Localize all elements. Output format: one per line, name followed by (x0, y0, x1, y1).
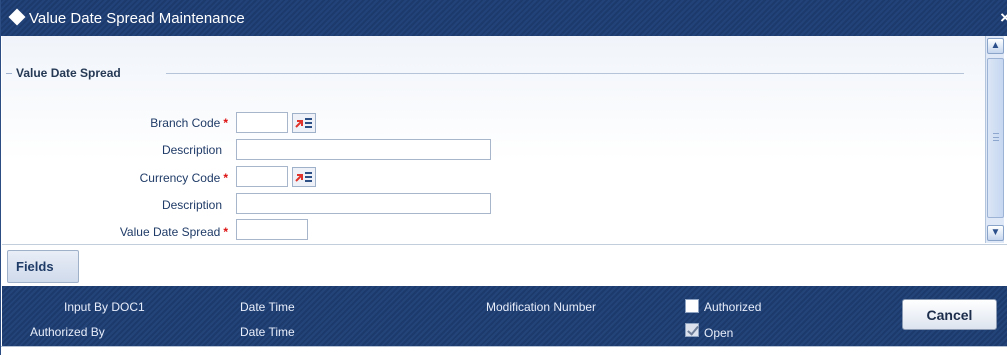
currency-description-label: Description (161, 198, 222, 212)
input-by-text: Input By DOC1 (64, 300, 145, 314)
date-time-text: Date Time (240, 325, 295, 339)
authorized-by-text: Authorized By (30, 325, 105, 339)
modification-number-text: Modification Number (486, 300, 597, 314)
required-mark: * (223, 116, 228, 130)
value-date-spread-label-text: Value Date Spread (119, 225, 221, 239)
authorized-checkbox[interactable] (685, 299, 699, 313)
section-divider-left (6, 73, 12, 74)
currency-code-lov-icon[interactable] (292, 167, 316, 187)
section-title: Value Date Spread (16, 66, 121, 80)
vertical-scrollbar[interactable]: ▲ ▼ (985, 36, 1004, 243)
branch-description-label: Description (161, 143, 222, 157)
open-checkbox[interactable] (685, 323, 699, 337)
diamond-icon (8, 8, 26, 26)
scroll-thumb[interactable] (987, 58, 1004, 218)
branch-code-lov-icon[interactable] (292, 113, 316, 133)
value-date-spread-input[interactable] (236, 219, 308, 240)
required-mark: * (223, 225, 228, 239)
chevron-up-icon[interactable]: ▲ (987, 38, 1004, 54)
value-date-spread-label: Value Date Spread * (8, 225, 228, 239)
branch-code-label: Branch Code * (8, 116, 228, 130)
open-label: Open (704, 326, 734, 340)
currency-code-label-text: Currency Code (139, 171, 221, 185)
bottom-strip (1, 346, 1007, 355)
grip-icon (993, 133, 999, 141)
branch-code-input[interactable] (236, 112, 288, 133)
date-time-text: Date Time (240, 300, 295, 314)
currency-code-label: Currency Code * (8, 171, 228, 185)
branch-description-input[interactable] (236, 139, 491, 160)
section-divider-right (166, 73, 964, 74)
tab-fields[interactable]: Fields (7, 250, 79, 283)
audit-footer: Input By DOC1 Date Time Modification Num… (2, 286, 1007, 346)
branch-code-label-text: Branch Code (150, 116, 221, 130)
currency-description-input[interactable] (236, 193, 491, 214)
title-bar[interactable]: Value Date Spread Maintenance × (1, 0, 1007, 36)
authorized-label: Authorized (704, 300, 762, 314)
required-mark: * (223, 171, 228, 185)
close-icon[interactable]: × (1000, 8, 1007, 28)
window-title: Value Date Spread Maintenance (29, 10, 245, 27)
form-content: Value Date Spread Branch Code * Descripti… (2, 36, 985, 243)
section-header: Value Date Spread (6, 65, 964, 81)
tab-strip: Fields (2, 244, 1007, 286)
currency-code-input[interactable] (236, 166, 288, 187)
cancel-button[interactable]: Cancel (902, 299, 997, 330)
chevron-down-icon[interactable]: ▼ (987, 225, 1004, 241)
value-date-spread-window: Value Date Spread Maintenance × Value Da… (0, 0, 1007, 355)
